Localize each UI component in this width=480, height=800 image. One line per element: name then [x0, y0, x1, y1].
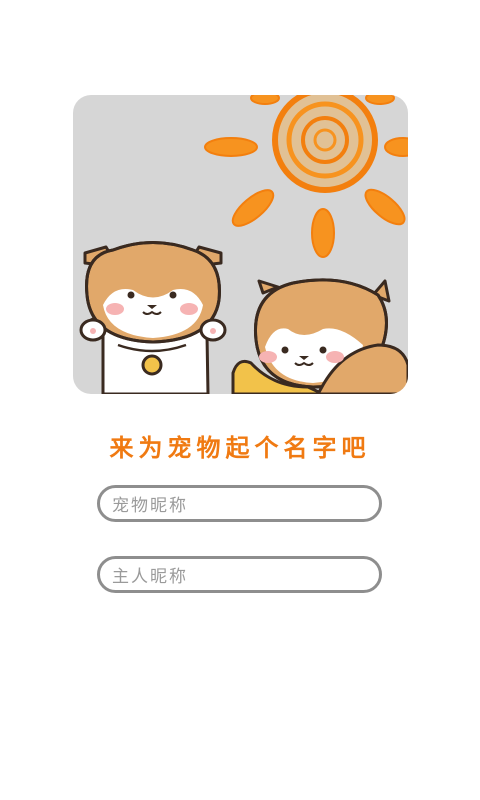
pet-nickname-input[interactable]	[200, 488, 404, 519]
shiba-dog-right	[231, 278, 408, 394]
owner-nickname-input[interactable]	[200, 559, 404, 590]
shiba-dog-left	[79, 241, 227, 394]
pet-illustration	[73, 95, 408, 394]
sun-icon	[204, 95, 408, 258]
sun-and-shiba-dogs-image	[79, 95, 408, 394]
owner-nickname-label: 主人昵称	[112, 567, 188, 587]
pet-nickname-label: 宠物昵称	[112, 496, 188, 516]
pet-nickname-field[interactable]: 宠物昵称	[97, 485, 404, 522]
page-title: 来为宠物起个名字吧	[109, 434, 371, 462]
owner-nickname-field[interactable]: 主人昵称	[97, 556, 404, 593]
